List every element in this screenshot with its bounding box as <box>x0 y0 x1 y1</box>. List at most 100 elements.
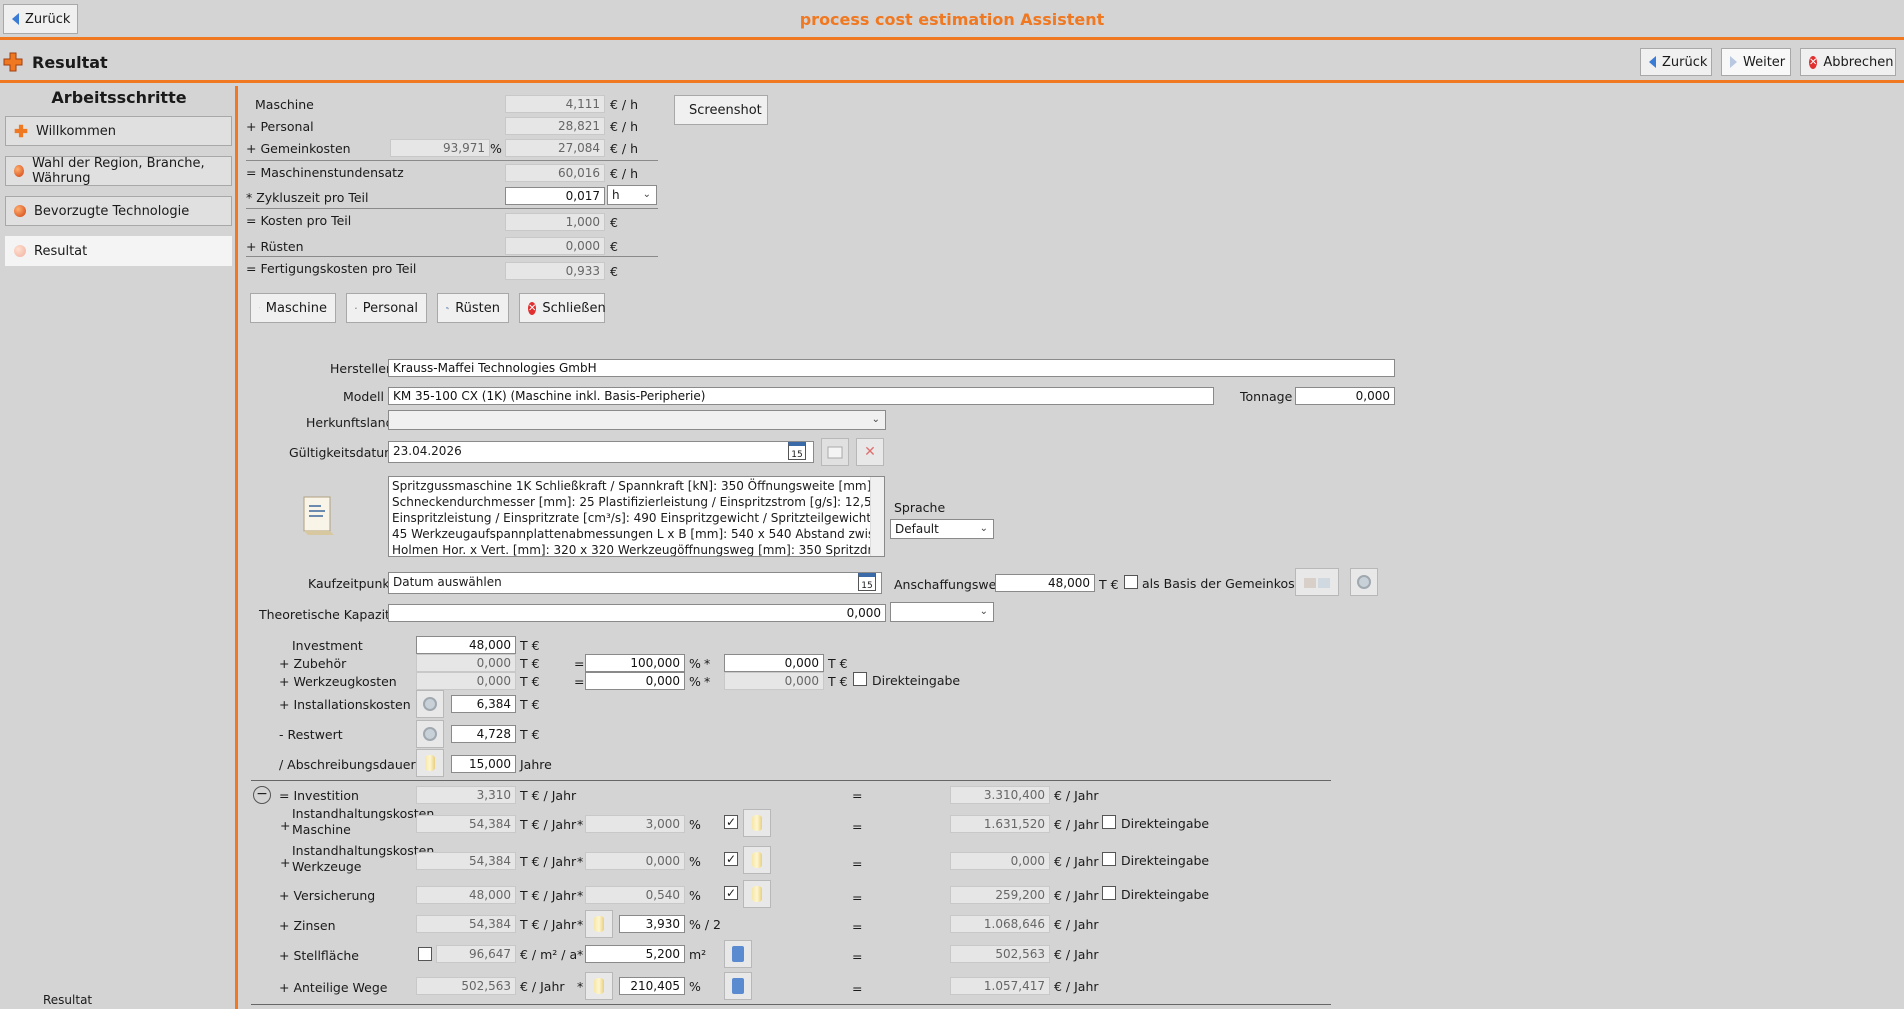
database-icon <box>752 852 762 868</box>
zinsen-result: 1.068,646 <box>950 915 1050 933</box>
unit: € <box>610 215 618 230</box>
ruesten-button[interactable]: Rüsten <box>437 293 509 323</box>
sidebar-item-region[interactable]: Wahl der Region, Branche, Währung <box>5 156 232 186</box>
schliessen-button[interactable]: ✕ Schließen <box>519 293 606 323</box>
summary-personal-label: + Personal <box>246 119 314 134</box>
gueltig-date-input[interactable]: 23.04.2026 <box>388 441 814 463</box>
abschreibung-input[interactable]: 15,000 <box>451 755 516 773</box>
medical-cross-icon <box>3 52 23 72</box>
step-dot-icon <box>14 165 25 177</box>
investment-input[interactable]: 48,000 <box>416 636 516 654</box>
machine-settings-button[interactable] <box>1350 568 1378 596</box>
date-accept-button[interactable] <box>821 438 849 466</box>
werkzeug-percent-input[interactable]: 0,000 <box>585 672 685 690</box>
unit: T € / Jahr <box>520 854 577 869</box>
installation-calc-button[interactable] <box>416 690 444 718</box>
scrollbar[interactable] <box>870 477 884 556</box>
stellflaeche-area-input[interactable]: 5,200 <box>585 945 685 963</box>
multiply-sign: * <box>577 817 584 832</box>
zykluszeit-input[interactable]: 0,017 <box>505 187 605 205</box>
kaufzeit-date-input[interactable]: Datum auswählen <box>388 572 882 594</box>
screenshot-button[interactable]: Screenshot <box>674 95 768 125</box>
chevron-down-icon: ⌄ <box>642 189 651 200</box>
wege-percent-input[interactable]: 210,405 <box>619 977 685 995</box>
stellflaeche-result: 502,563 <box>950 945 1050 963</box>
zykluszeit-unit-select[interactable]: h ⌄ <box>607 185 657 205</box>
equals-sign: = <box>852 949 863 964</box>
hersteller-input[interactable]: Krauss-Maffei Technologies GmbH <box>388 359 1395 377</box>
sprache-label: Sprache <box>894 500 946 515</box>
kaufzeit-label: Kaufzeitpunkt <box>308 576 395 591</box>
calendar-icon[interactable]: 15 <box>788 442 806 460</box>
versicherung-lookup-button[interactable] <box>743 880 771 908</box>
next-button[interactable]: Weiter <box>1721 48 1791 76</box>
description-textarea[interactable]: Spritzgussmaschine 1K Schließkraft / Spa… <box>388 476 885 557</box>
sidebar-item-resultat[interactable]: Resultat <box>5 236 232 266</box>
equals-sign: = <box>852 981 863 996</box>
abschreibung-lookup-button[interactable] <box>416 749 444 777</box>
gear-icon <box>423 697 437 711</box>
herkunft-label: Herkunftsland <box>306 415 394 430</box>
direkteingabe-label: Direkteingabe <box>1121 887 1210 902</box>
unit: T € <box>1099 577 1119 592</box>
inst-maschine-direkt-checkbox[interactable] <box>1102 815 1116 829</box>
date-clear-button[interactable]: ✕ <box>856 438 884 466</box>
personal-button[interactable]: Personal <box>346 293 427 323</box>
tonnage-input[interactable]: 0,000 <box>1295 387 1395 405</box>
chevron-down-icon: ⌄ <box>979 606 988 617</box>
direkteingabe-label: Direkteingabe <box>1121 853 1210 868</box>
unit: € <box>610 239 618 254</box>
modell-input[interactable]: KM 35-100 CX (1K) (Maschine inkl. Basis-… <box>388 387 1214 405</box>
zubehoer-percent-input[interactable]: 100,000 <box>585 654 685 672</box>
hersteller-label: Hersteller <box>330 361 392 376</box>
inst-maschine-checkbox[interactable]: ✓ <box>724 815 738 829</box>
kapazitaet-unit-select[interactable]: ⌄ <box>890 602 994 622</box>
collapse-minus-icon[interactable]: − <box>253 786 271 804</box>
multiply-sign: * <box>704 656 711 671</box>
versicherung-checkbox[interactable]: ✓ <box>724 886 738 900</box>
cancel-button[interactable]: ✕ Abbrechen <box>1800 48 1896 76</box>
sidebar-item-technologie[interactable]: Bevorzugte Technologie <box>5 196 232 226</box>
werkzeug-direkteingabe-checkbox[interactable] <box>853 672 867 686</box>
unit: € / h <box>610 166 639 181</box>
sprache-select[interactable]: Default ⌄ <box>890 519 994 539</box>
herkunft-select[interactable]: ⌄ <box>388 410 886 430</box>
anschaffung-input[interactable]: 48,000 <box>995 574 1095 592</box>
anschaffung-label: Anschaffungswert <box>894 577 1007 592</box>
inst-werkzeuge-value: 54,384 <box>416 852 516 870</box>
step-dot-icon <box>14 245 26 257</box>
stellflaeche-checkbox[interactable] <box>418 947 432 961</box>
basis-gemeinkosten-checkbox[interactable] <box>1124 575 1138 589</box>
zubehoer-base-input[interactable]: 0,000 <box>724 654 824 672</box>
zinsen-lookup-button[interactable] <box>585 910 613 938</box>
stellflaeche-book-button[interactable] <box>724 940 752 968</box>
restwert-input[interactable]: 4,728 <box>451 725 516 743</box>
clear-icon: ✕ <box>864 444 876 460</box>
inst-werkzeuge-checkbox[interactable]: ✓ <box>724 852 738 866</box>
wege-value: 502,563 <box>416 977 516 995</box>
database-icon <box>594 978 604 994</box>
installation-input[interactable]: 6,384 <box>451 695 516 713</box>
chevron-down-icon: ⌄ <box>871 414 880 425</box>
sidebar-item-willkommen[interactable]: Willkommen <box>5 116 232 146</box>
inst-werkzeuge-lookup-button[interactable] <box>743 846 771 874</box>
back-arrow-icon <box>1649 56 1656 68</box>
kapazitaet-input[interactable]: 0,000 <box>388 604 886 622</box>
maschine-button[interactable]: Maschine <box>250 293 336 323</box>
versicherung-direkt-checkbox[interactable] <box>1102 886 1116 900</box>
divider <box>246 160 658 161</box>
unit: € / m² / a <box>520 947 578 962</box>
versicherung-result: 259,200 <box>950 886 1050 904</box>
direkteingabe-label: Direkteingabe <box>1121 816 1210 831</box>
wege-book-button[interactable] <box>724 972 752 1000</box>
zinsen-percent-input[interactable]: 3,930 <box>619 915 685 933</box>
wege-lookup-button[interactable] <box>585 972 613 1000</box>
restwert-calc-button[interactable] <box>416 720 444 748</box>
inst-maschine-lookup-button[interactable] <box>743 809 771 837</box>
equals-sign: = <box>852 919 863 934</box>
back-button[interactable]: Zurück <box>1640 48 1712 76</box>
machine-list-button[interactable] <box>1295 568 1339 596</box>
inst-werkzeuge-direkt-checkbox[interactable] <box>1102 852 1116 866</box>
abschreibung-label: / Abschreibungsdauer <box>279 757 416 772</box>
calendar-icon[interactable]: 15 <box>858 573 876 591</box>
